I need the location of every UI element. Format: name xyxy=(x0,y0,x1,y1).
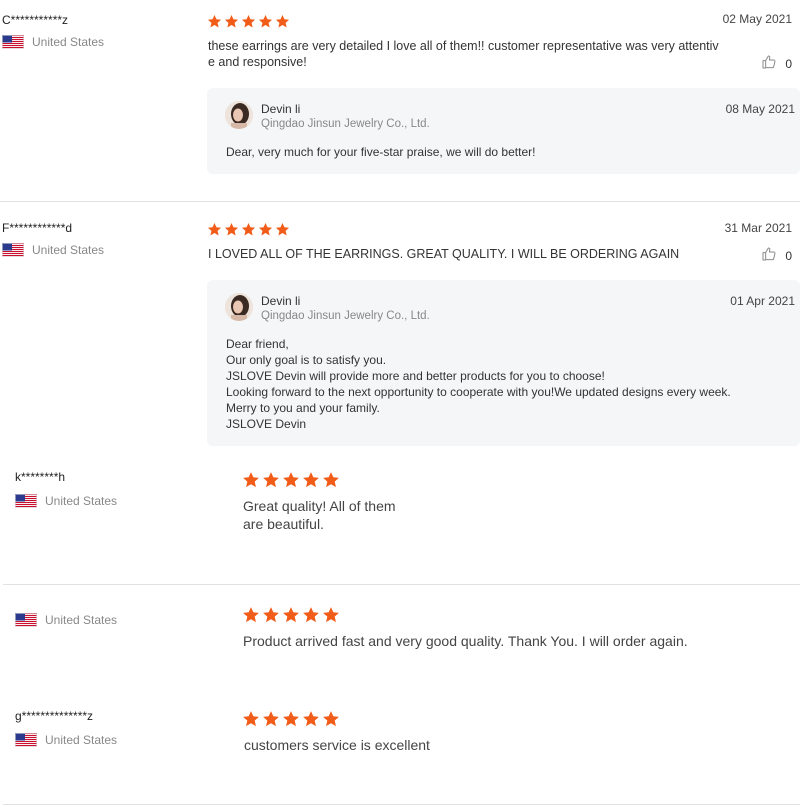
reply-text: Dear, very much for your five-star prais… xyxy=(226,144,535,160)
star-icon xyxy=(262,710,280,728)
reviewer-name: k********h xyxy=(15,470,66,484)
us-flag-icon xyxy=(15,733,37,747)
replier-company: Qingdao Jinsun Jewelry Co., Ltd. xyxy=(261,118,430,130)
star-icon xyxy=(258,222,273,237)
us-flag-icon xyxy=(2,35,24,49)
country-label: United States xyxy=(45,494,118,508)
review-text-line: Great quality! All of them xyxy=(243,498,396,514)
reviewer-country: United States xyxy=(2,35,104,49)
star-rating xyxy=(242,471,340,489)
star-icon xyxy=(242,710,260,728)
reply-line: JSLOVE Devin will provide more and bette… xyxy=(226,369,605,383)
review-text: Product arrived fast and very good quali… xyxy=(243,632,783,650)
reviewer-country: United States xyxy=(15,733,117,747)
star-icon xyxy=(207,222,222,237)
reply-line: JSLOVE Devin xyxy=(226,417,307,431)
star-icon xyxy=(262,606,280,624)
thumbs-up-icon xyxy=(761,54,777,73)
us-flag-icon xyxy=(15,494,37,508)
replier-company: Qingdao Jinsun Jewelry Co., Ltd. xyxy=(261,310,430,322)
review-divider xyxy=(3,584,800,585)
star-icon xyxy=(322,606,340,624)
like-button[interactable]: 0 xyxy=(761,54,792,73)
replier-name: Devin li xyxy=(261,294,301,308)
country-label: United States xyxy=(45,613,118,627)
star-rating xyxy=(242,710,340,728)
star-rating xyxy=(207,222,290,237)
star-icon xyxy=(242,471,260,489)
star-icon xyxy=(258,14,273,29)
reply-text: Dear friend, Our only goal is to satisfy… xyxy=(226,336,731,432)
star-rating xyxy=(242,606,340,624)
seller-reply: Devin li Qingdao Jinsun Jewelry Co., Ltd… xyxy=(207,280,800,446)
review-text-line: I LOVED ALL OF THE EARRINGS. GREAT QUALI… xyxy=(208,247,680,261)
us-flag-icon xyxy=(15,613,37,627)
star-icon xyxy=(275,14,290,29)
star-icon xyxy=(241,222,256,237)
reply-line: Merry to you and your family. xyxy=(226,401,380,415)
review-text: I LOVED ALL OF THE EARRINGS. GREAT QUALI… xyxy=(208,246,768,262)
reply-line: Our only goal is to satisfy you. xyxy=(226,353,387,367)
like-count: 0 xyxy=(785,56,792,71)
star-icon xyxy=(302,471,320,489)
star-icon xyxy=(241,14,256,29)
reply-date: 08 May 2021 xyxy=(725,102,795,116)
seller-avatar xyxy=(225,293,253,321)
like-button[interactable]: 0 xyxy=(761,246,792,265)
star-rating xyxy=(207,14,290,29)
star-icon xyxy=(275,222,290,237)
review-text-line: e and responsive! xyxy=(208,55,307,69)
review-text: Great quality! All of them are beautiful… xyxy=(243,497,543,533)
review-text-line: customers service is excellent xyxy=(244,737,430,753)
star-icon xyxy=(282,710,300,728)
star-icon xyxy=(262,471,280,489)
star-icon xyxy=(207,14,222,29)
star-icon xyxy=(282,606,300,624)
reply-date: 01 Apr 2021 xyxy=(730,294,795,308)
review-text-line: these earrings are very detailed I love … xyxy=(208,39,719,53)
reviewer-name: g**************z xyxy=(15,709,94,723)
reviewer-country: United States xyxy=(2,243,104,257)
review-date: 31 Mar 2021 xyxy=(724,221,792,235)
reviewer-country: United States xyxy=(15,613,117,627)
reviewer-name: C***********z xyxy=(2,13,69,27)
seller-avatar xyxy=(225,101,253,129)
star-icon xyxy=(322,710,340,728)
reviewer-name: F************d xyxy=(2,221,73,235)
reply-line: Looking forward to the next opportunity … xyxy=(226,385,731,399)
review-divider xyxy=(3,804,800,805)
thumbs-up-icon xyxy=(761,246,777,265)
seller-reply: Devin li Qingdao Jinsun Jewelry Co., Ltd… xyxy=(207,88,800,174)
review-text-line: are beautiful. xyxy=(243,516,324,532)
review-divider xyxy=(0,201,800,202)
star-icon xyxy=(302,710,320,728)
star-icon xyxy=(282,471,300,489)
country-label: United States xyxy=(32,35,105,49)
review-text-line: Product arrived fast and very good quali… xyxy=(243,633,688,649)
reply-line: Dear friend, xyxy=(226,337,289,351)
star-icon xyxy=(224,14,239,29)
review-text: these earrings are very detailed I love … xyxy=(208,38,728,70)
review-date: 02 May 2021 xyxy=(722,12,792,26)
star-icon xyxy=(242,606,260,624)
review-text: customers service is excellent xyxy=(244,736,644,754)
star-icon xyxy=(322,471,340,489)
us-flag-icon xyxy=(2,243,24,257)
country-label: United States xyxy=(45,733,118,747)
reply-line: Dear, very much for your five-star prais… xyxy=(226,145,536,159)
star-icon xyxy=(302,606,320,624)
replier-name: Devin li xyxy=(261,102,301,116)
star-icon xyxy=(224,222,239,237)
country-label: United States xyxy=(32,243,105,257)
like-count: 0 xyxy=(785,248,792,263)
reviewer-country: United States xyxy=(15,494,117,508)
